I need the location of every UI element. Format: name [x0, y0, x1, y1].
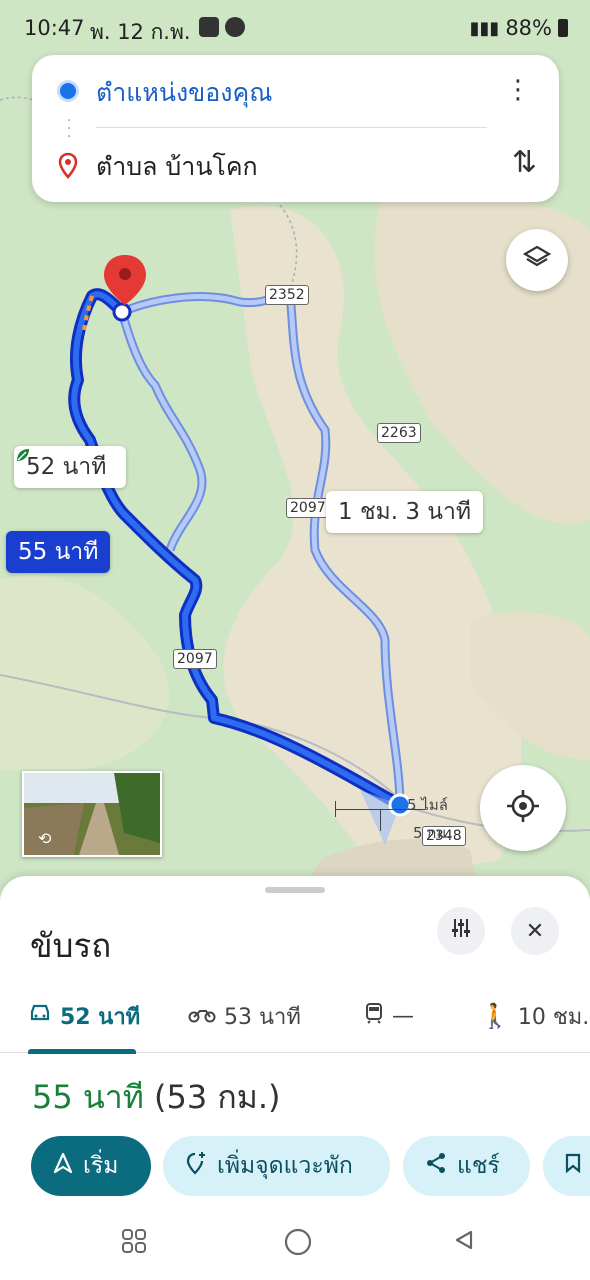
destination-field[interactable]: ตำบล บ้านโคก — [96, 147, 258, 187]
destination-pin-outline-icon — [58, 152, 78, 183]
tab-transit-label: — — [392, 1003, 414, 1029]
summary-time: 55 นาที — [32, 1078, 144, 1116]
more-options-icon[interactable]: ⋮ — [505, 75, 531, 105]
road-label: 2263 — [377, 423, 421, 443]
walk-icon: 🚶 — [480, 1002, 510, 1030]
street-view-thumbnail[interactable]: ⟲ — [22, 771, 162, 857]
scale-km: 5 กม. — [413, 824, 452, 842]
street-view-rotate-icon: ⟲ — [38, 829, 52, 848]
share-icon — [425, 1152, 447, 1180]
origin-field[interactable]: ตำแหน่งของคุณ — [96, 73, 272, 113]
route-summary: 55 นาที (53 กม.) — [32, 1072, 281, 1123]
summary-distance: (53 กม.) — [154, 1078, 281, 1116]
crosshair-icon — [505, 788, 541, 828]
tab-walk-label: 10 ชม. — [517, 1004, 590, 1030]
route-badge-eco[interactable]: 52 นาที — [14, 446, 127, 488]
status-time: 10:47 — [24, 16, 85, 40]
road-label: 2097 — [286, 498, 330, 518]
close-icon: ✕ — [525, 918, 545, 944]
train-icon — [364, 1002, 384, 1030]
back-icon[interactable] — [451, 1227, 477, 1260]
connector-dots-icon: · · · — [67, 113, 72, 145]
system-nav-bar — [0, 1205, 590, 1280]
gallery-icon — [199, 17, 219, 37]
route-badge-eco-label: 52 นาที — [26, 454, 107, 480]
start-button[interactable]: เริ่ม — [31, 1136, 151, 1196]
sliders-icon — [450, 917, 472, 945]
field-divider — [96, 127, 487, 128]
origin-dot-icon — [60, 83, 76, 99]
active-tab-indicator — [28, 1049, 136, 1054]
bookmark-icon — [565, 1153, 581, 1179]
route-options-button[interactable] — [437, 907, 485, 955]
start-button-label: เริ่ม — [83, 1153, 119, 1179]
tab-motorcycle[interactable]: 53 นาที — [188, 980, 301, 1052]
save-button[interactable] — [543, 1136, 590, 1196]
navigation-arrow-icon — [53, 1152, 73, 1180]
tab-drive[interactable]: 52 นาที — [28, 980, 140, 1052]
layers-icon — [522, 243, 552, 277]
drag-handle[interactable] — [265, 887, 325, 893]
my-location-button[interactable] — [480, 765, 566, 851]
share-button[interactable]: แชร์ — [403, 1136, 530, 1196]
sheet-title: ขับรถ — [30, 926, 112, 965]
scale-miles: 5 ไมล์ — [407, 796, 448, 814]
directions-card: · · · ตำแหน่งของคุณ ตำบล บ้านโคก ⋮ ⇅ — [32, 55, 559, 202]
close-button[interactable]: ✕ — [511, 907, 559, 955]
home-icon[interactable] — [283, 1227, 313, 1264]
add-location-icon — [185, 1151, 207, 1181]
swap-directions-icon[interactable]: ⇅ — [512, 145, 537, 180]
tab-motorcycle-label: 53 นาที — [224, 1004, 301, 1030]
tab-transit[interactable]: — — [364, 980, 414, 1052]
add-stop-button[interactable]: เพิ่มจุดแวะพัก — [163, 1136, 390, 1196]
signal-icon: ▮▮▮ — [469, 17, 500, 39]
battery-icon — [558, 19, 568, 37]
line-app-icon — [225, 17, 245, 37]
motorcycle-icon — [188, 1004, 216, 1029]
route-badge-selected[interactable]: 55 นาที — [6, 531, 111, 573]
battery-percent: 88% — [505, 16, 552, 40]
layers-button[interactable] — [506, 229, 568, 291]
status-date: พ. 12 ก.พ. — [90, 20, 191, 44]
share-label: แชร์ — [457, 1153, 500, 1179]
car-icon — [28, 1003, 52, 1029]
tab-walk[interactable]: 🚶 10 ชม. — [480, 980, 589, 1052]
status-bar: 10:47 พ. 12 ก.พ. ▮▮▮ 88% — [0, 0, 590, 56]
add-stop-label: เพิ่มจุดแวะพัก — [217, 1153, 353, 1179]
tab-drive-label: 52 นาที — [60, 1004, 141, 1030]
recent-apps-icon[interactable] — [120, 1227, 148, 1262]
travel-mode-tabs: 52 นาที 53 นาที — 🚶 10 ชม. — [0, 980, 590, 1054]
route-badge-selected-label: 55 นาที — [18, 539, 99, 565]
route-badge-alt[interactable]: 1 ชม. 3 นาที — [326, 491, 484, 533]
road-label: 2097 — [173, 649, 217, 669]
road-label: 2352 — [265, 285, 309, 305]
route-badge-alt-label: 1 ชม. 3 นาที — [338, 499, 472, 525]
